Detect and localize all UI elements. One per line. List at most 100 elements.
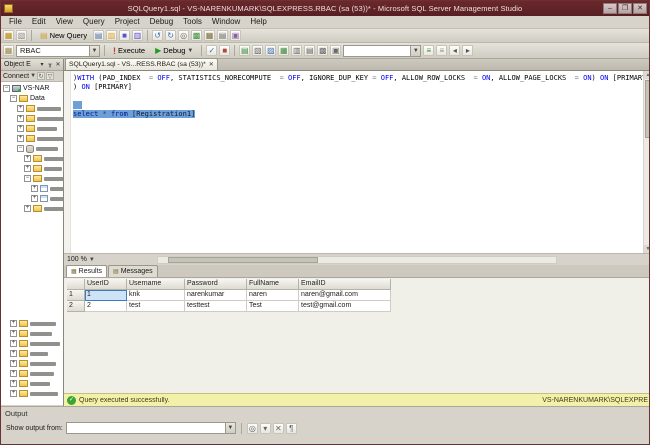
chevron-down-icon[interactable]: ▼ [89,257,95,263]
query-options-icon[interactable]: ▧ [252,45,264,56]
tree-item[interactable]: + [1,164,62,173]
tree-item[interactable]: + [1,154,63,163]
expand-icon[interactable]: + [31,185,38,192]
scroll-up-icon[interactable]: ▲ [644,71,649,79]
tree-item[interactable]: + [1,329,52,338]
available-databases-icon[interactable]: ▦ [3,45,14,56]
tree-item[interactable]: + [1,204,63,213]
template-explorer-icon[interactable]: ▣ [230,30,242,41]
expand-icon[interactable]: + [17,115,24,122]
expand-icon[interactable]: + [17,125,24,132]
expand-icon[interactable]: + [10,340,17,347]
connect-button[interactable]: Connect [3,73,29,80]
tree-item[interactable]: + [1,194,63,203]
zoom-level[interactable]: 100 % [67,256,87,263]
menu-item-help[interactable]: Help [245,16,271,28]
expand-icon[interactable]: + [10,330,17,337]
tree-item[interactable]: + [1,134,63,143]
tree-item-vs-nar[interactable]: − VS-NAR [1,84,49,93]
disconnect-icon[interactable]: ▧ [16,30,27,41]
menu-item-debug[interactable]: Debug [145,16,179,28]
collapse-icon[interactable]: − [24,175,31,182]
grid-column-header-userid[interactable]: UserID [85,279,127,290]
tree-item[interactable]: + [1,369,54,378]
new-file-icon[interactable]: ▤ [93,30,105,41]
grid-column-header-password[interactable]: Password [185,279,247,290]
results-to-file-icon[interactable]: ▣ [330,45,342,56]
chevron-down-icon[interactable]: ▼ [30,73,36,79]
grid-cell[interactable]: naren@gmail.com [299,290,391,301]
expand-icon[interactable]: + [10,370,17,377]
solution-explorer-icon[interactable]: ▦ [204,30,216,41]
expand-icon[interactable]: + [10,390,17,397]
expand-icon[interactable]: + [10,320,17,327]
tab-sqlquery1[interactable]: SQLQuery1.sql - VS...RESS.RBAC (sa (53))… [65,58,218,70]
expand-icon[interactable]: + [10,380,17,387]
tree-item[interactable]: + [1,184,63,193]
parse-query-icon[interactable]: ✓ [206,45,218,56]
grid-cell[interactable]: test [127,301,185,312]
tree-item[interactable]: + [1,124,57,133]
tree-item[interactable]: + [1,114,63,123]
minimize-button[interactable]: – [603,3,617,14]
expand-icon[interactable]: + [17,105,24,112]
menu-item-file[interactable]: File [4,16,27,28]
include-actual-plan-icon[interactable]: ▦ [278,45,290,56]
new-query-button[interactable]: ▤ New Query [36,29,91,42]
editor-vertical-scrollbar[interactable]: ▲ ▼ [643,71,649,253]
save-all-icon[interactable]: ▥ [132,30,144,41]
close-icon[interactable]: ✕ [54,61,62,68]
chevron-down-icon[interactable]: ▼ [410,45,421,56]
tree-item[interactable]: + [1,339,60,348]
expand-icon[interactable]: + [10,350,17,357]
grid-row-header[interactable]: 2 [67,301,85,312]
results-to-text-icon[interactable]: ▤ [304,45,316,56]
redo-icon[interactable]: ↻ [165,30,177,41]
go-to-message-icon[interactable]: ▾ [259,422,271,434]
auto-hide-pin-icon[interactable]: ┰ [46,61,54,68]
tree-item[interactable]: + [1,389,58,398]
grid-column-header-fullname[interactable]: FullName [247,279,299,290]
tree-item[interactable]: − [1,144,58,153]
chevron-down-icon[interactable]: ▼ [224,423,235,433]
connect-object-explorer-icon[interactable]: ▦ [3,30,14,41]
grid-cell[interactable]: 1 [85,290,127,301]
include-client-statistics-icon[interactable]: ▥ [291,45,303,56]
grid-cell[interactable]: narenkumar [185,290,247,301]
debug-button[interactable]: ▶ Debug ▼ [151,44,197,57]
grid-column-header-emailid[interactable]: EmailID [299,279,391,290]
grid-cell[interactable]: naren [247,290,299,301]
execute-button[interactable]: ! Execute [109,44,149,58]
maximize-button[interactable]: ❐ [618,3,632,14]
intellisense-enabled-icon[interactable]: ▨ [265,45,277,56]
grid-cell[interactable]: knk [127,290,185,301]
grid-corner-cell[interactable] [67,279,85,290]
grid-row-header[interactable]: 1 [67,290,85,301]
scroll-down-icon[interactable]: ▼ [644,245,649,253]
increase-indent-icon[interactable]: ▸ [462,45,474,56]
properties-window-icon[interactable]: ▤ [217,30,229,41]
collapse-icon[interactable]: − [17,145,24,152]
editor-horizontal-scrollbar[interactable] [156,255,557,264]
expand-icon[interactable]: + [17,135,24,142]
menu-item-project[interactable]: Project [110,16,145,28]
tree-item[interactable]: + [1,379,50,388]
tree-item[interactable]: − [1,174,63,183]
scrollbar-thumb[interactable] [167,256,318,263]
database-selector[interactable]: RBAC ▼ [16,44,100,57]
activity-monitor-icon[interactable]: ▩ [191,30,203,41]
save-icon[interactable]: ■ [119,30,131,41]
secondary-combo[interactable]: ▼ [343,44,422,57]
chevron-down-icon[interactable]: ▼ [89,45,99,56]
query-editor[interactable]: )WITH (PAD_INDEX = OFF, STATISTICS_NOREC… [64,71,643,253]
expand-icon[interactable]: + [24,165,31,172]
menu-item-query[interactable]: Query [78,16,110,28]
collapse-icon[interactable]: − [3,85,10,92]
tree-item[interactable]: + [1,104,61,113]
menu-item-edit[interactable]: Edit [27,16,51,28]
find-icon[interactable]: ◎ [178,30,190,41]
uncomment-selection-icon[interactable]: ≡ [436,45,448,56]
expand-icon[interactable]: + [24,205,31,212]
collapse-icon[interactable]: − [10,95,17,102]
close-icon[interactable]: ✕ [209,61,214,68]
